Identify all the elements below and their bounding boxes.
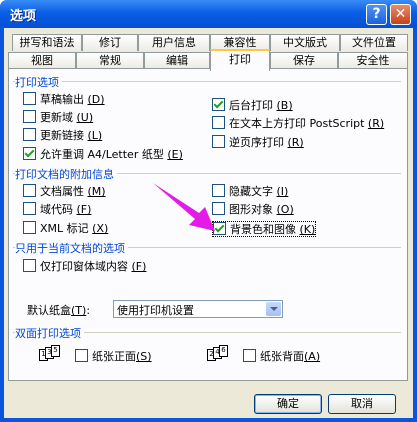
dialog-title: 选项 <box>10 9 37 24</box>
checkbox-box[interactable] <box>75 349 88 362</box>
default-tray-label: 默认纸盒(T): <box>27 304 91 317</box>
tab-general[interactable]: 常规 <box>76 52 144 68</box>
help-button[interactable]: ? <box>366 4 387 25</box>
default-tray-value: 使用打印机设置 <box>117 304 194 317</box>
chevron-down-icon[interactable] <box>266 302 281 316</box>
page-number: 5 <box>51 345 60 357</box>
accelerator-key: (T) <box>71 304 87 317</box>
default-tray-text: 默认纸盒 <box>27 304 71 317</box>
page-number: 6 <box>219 345 228 357</box>
tab-track-changes[interactable]: 修订 <box>82 34 138 51</box>
default-tray-select[interactable]: 使用打印机设置 <box>113 300 283 318</box>
print-tab-panel: 打印选项 草稿输出 (D) 更新域 (U) 更新链接 (L) 允许重调 A4/L… <box>8 68 408 381</box>
accelerator-key: (R) <box>367 117 385 130</box>
ok-button[interactable]: 确定 <box>254 394 322 414</box>
tab-print[interactable]: 打印 <box>210 49 270 71</box>
divider <box>13 81 401 82</box>
checkbox-label: 更新链接 <box>40 129 84 142</box>
checkbox-box[interactable] <box>243 349 256 362</box>
accelerator-key: (M) <box>87 185 106 198</box>
accelerator-key: (I) <box>276 185 289 198</box>
print-postscript-over-text-checkbox[interactable]: 在文本上方打印 PostScript (R) <box>212 116 384 130</box>
xml-tags-checkbox[interactable]: XML 标记 (X) <box>23 221 108 235</box>
tab-user-info[interactable]: 用户信息 <box>138 34 210 51</box>
tab-spelling-grammar[interactable]: 拼写和语法 <box>12 34 82 51</box>
checkbox-box[interactable] <box>212 116 225 129</box>
dialog-client: 拼写和语法 修订 用户信息 兼容性 中文版式 文件位置 视图 常规 编辑 打印 … <box>4 28 413 418</box>
checkbox-box[interactable] <box>23 259 36 272</box>
checkbox-label: 草稿输出 <box>40 93 84 106</box>
checkbox-box[interactable] <box>23 128 36 141</box>
background-printing-checkbox[interactable]: 后台打印 (B) <box>212 98 293 112</box>
checkbox-label: 纸张背面 <box>260 350 304 363</box>
checkbox-label: 在文本上方打印 PostScript <box>229 117 365 130</box>
tab-edit[interactable]: 编辑 <box>144 52 210 68</box>
close-button[interactable]: ✕ <box>390 4 411 25</box>
front-pages-icon: 1 3 5 <box>39 345 60 361</box>
accelerator-key: (A) <box>304 350 321 363</box>
checkbox-label: XML 标记 <box>40 222 89 235</box>
accelerator-key: (L) <box>87 129 103 142</box>
print-form-data-only-checkbox[interactable]: 仅打印窗体域内容 (F) <box>23 259 146 273</box>
allow-a4-letter-resize-checkbox[interactable]: 允许重调 A4/Letter 纸型 (E) <box>23 147 183 161</box>
drawing-objects-checkbox[interactable]: 图形对象 (O) <box>212 202 294 216</box>
tab-asian-layout[interactable]: 中文版式 <box>270 34 340 51</box>
accelerator-key: (B) <box>276 99 293 112</box>
accelerator-key: (R) <box>287 136 304 149</box>
checkbox-box[interactable] <box>212 98 225 111</box>
checkbox-label: 图形对象 <box>229 203 273 216</box>
checkbox-label: 文档属性 <box>40 185 84 198</box>
checkbox-box[interactable] <box>23 147 36 160</box>
back-pages-icon: 2 4 6 <box>207 345 228 361</box>
tab-security[interactable]: 安全性 <box>338 52 408 68</box>
checkbox-label: 背景色和图像 <box>230 223 296 236</box>
document-properties-checkbox[interactable]: 文档属性 (M) <box>23 184 106 198</box>
reverse-print-order-checkbox[interactable]: 逆页序打印 (R) <box>212 135 304 149</box>
checkbox-box[interactable] <box>23 110 36 123</box>
update-links-checkbox[interactable]: 更新链接 (L) <box>23 128 102 142</box>
accelerator-key: (O) <box>276 203 294 216</box>
checkbox-label: 隐藏文字 <box>229 185 273 198</box>
checkbox-label: 仅打印窗体域内容 <box>40 260 128 273</box>
checkbox-label: 更新域 <box>40 111 73 124</box>
print-back-side-checkbox[interactable]: 纸张背面(A) <box>243 349 320 363</box>
checkbox-label: 域代码 <box>40 203 73 216</box>
field-codes-checkbox[interactable]: 域代码 (F) <box>23 202 91 216</box>
accelerator-key: (S) <box>136 350 152 363</box>
checkbox-box[interactable] <box>23 92 36 105</box>
draft-output-checkbox[interactable]: 草稿输出 (D) <box>23 92 105 106</box>
update-fields-checkbox[interactable]: 更新域 (U) <box>23 110 93 124</box>
checkbox-label: 逆页序打印 <box>229 136 284 149</box>
accelerator-key: (D) <box>87 93 105 106</box>
checkbox-label: 后台打印 <box>229 99 273 112</box>
include-with-document-title: 打印文档的附加信息 <box>15 166 117 182</box>
current-document-options-title: 只用于当前文档的选项 <box>15 240 128 256</box>
print-front-side-checkbox[interactable]: 纸张正面(S) <box>75 349 152 363</box>
duplex-options-title: 双面打印选项 <box>15 325 84 341</box>
pointer-arrow-icon <box>153 183 215 231</box>
accelerator-key: (F) <box>76 203 92 216</box>
checkbox-box[interactable] <box>23 221 36 234</box>
checkbox-label: 纸张正面 <box>92 350 136 363</box>
print-options-title: 打印选项 <box>15 74 62 90</box>
accelerator-key: (E) <box>167 148 183 161</box>
options-dialog: 选项 ? ✕ 拼写和语法 修订 用户信息 兼容性 中文版式 文件位置 视图 常规… <box>0 0 417 422</box>
checkbox-box[interactable] <box>212 135 225 148</box>
title-bar: 选项 ? ✕ <box>0 0 417 28</box>
cancel-button[interactable]: 取消 <box>328 394 396 414</box>
accelerator-key: (K) <box>299 223 316 236</box>
hidden-text-checkbox[interactable]: 隐藏文字 (I) <box>212 184 288 198</box>
checkbox-box[interactable] <box>23 184 36 197</box>
accelerator-key: (U) <box>76 111 94 124</box>
accelerator-key: (F) <box>131 260 147 273</box>
accelerator-key: (X) <box>92 222 109 235</box>
tab-save[interactable]: 保存 <box>270 52 338 68</box>
background-colors-images-checkbox[interactable]: 背景色和图像 (K) <box>212 221 317 237</box>
checkbox-box[interactable] <box>23 202 36 215</box>
checkbox-label: 允许重调 A4/Letter 纸型 <box>40 148 164 161</box>
tab-file-locations[interactable]: 文件位置 <box>340 34 408 51</box>
tab-view[interactable]: 视图 <box>8 52 76 68</box>
